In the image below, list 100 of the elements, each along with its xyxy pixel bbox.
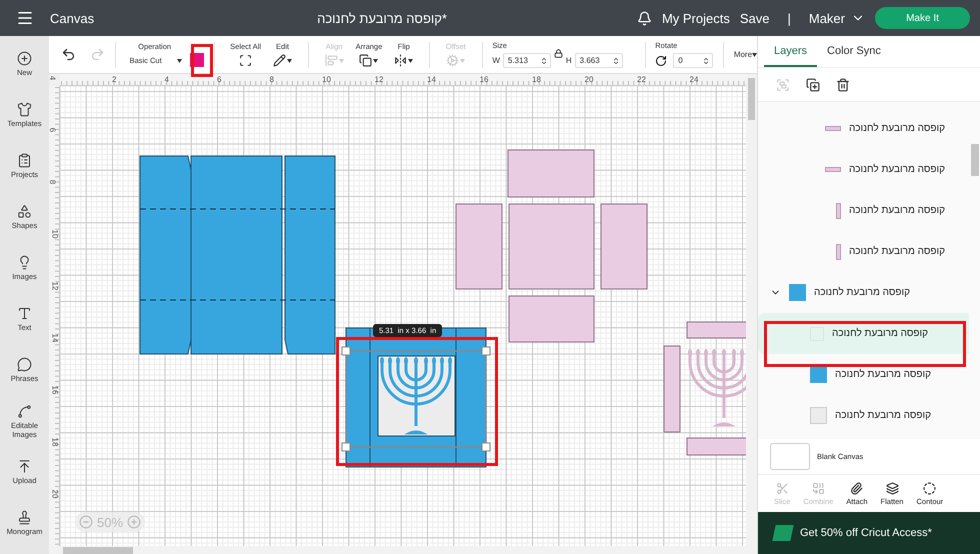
ruler-number: 14: [427, 76, 436, 84]
layer-row[interactable]: קופסה מרובעת לחנוכה: [758, 231, 969, 272]
width-value: 5.313: [508, 56, 528, 65]
height-label: H: [566, 56, 572, 65]
scrollbar[interactable]: [746, 74, 757, 546]
ruler-number: 4: [164, 76, 169, 84]
contour-icon: [923, 482, 936, 494]
panel-tab[interactable]: Color Sync: [817, 36, 891, 67]
layer-row[interactable]: קופסה מרובעת לחנוכה: [758, 354, 969, 395]
duplicate-icon[interactable]: [806, 78, 820, 92]
lock-icon[interactable]: [554, 49, 563, 58]
layer-thumbnail: [836, 244, 841, 260]
arrange-button[interactable]: [359, 54, 378, 67]
ruler-number: 4: [48, 76, 56, 80]
spinner-arrows-icon[interactable]: [702, 56, 710, 64]
scrollbar[interactable]: [49, 546, 757, 554]
layer-row[interactable]: קופסה מרובעת לחנוכה: [758, 108, 969, 149]
scrollbar-thumb[interactable]: [63, 546, 133, 554]
scrollbar-thumb[interactable]: [970, 144, 978, 176]
text-icon: [17, 306, 32, 322]
ruler-number: 20: [50, 490, 58, 498]
ruler-number: 16: [50, 386, 58, 394]
rotate-icon: [655, 54, 668, 66]
nav-link[interactable]: My Projects: [662, 10, 730, 26]
logo-icon: [772, 525, 794, 541]
width-label: W: [492, 56, 500, 65]
height-field[interactable]: 3.663: [574, 53, 623, 68]
flatten-icon: [886, 482, 899, 494]
select-all-button[interactable]: [239, 54, 252, 67]
box-piece: [686, 438, 746, 456]
ruler-number: 18: [50, 438, 58, 446]
promo-text: Get 50% off Cricut Access*: [800, 527, 932, 539]
pencil-icon: [273, 54, 286, 67]
width-field[interactable]: 5.313: [502, 53, 551, 68]
combine-icon: [812, 482, 825, 494]
caret-icon: [460, 58, 466, 62]
scrollbar-thumb[interactable]: [748, 78, 755, 120]
spinner-arrows-icon[interactable]: [540, 56, 548, 64]
rotate-value: 0: [678, 56, 683, 65]
bell-icon[interactable]: [636, 10, 652, 26]
align-icon: [324, 54, 338, 67]
trash-icon[interactable]: [836, 78, 850, 92]
upload-icon: [17, 459, 32, 474]
layer-thumbnail: [810, 366, 827, 383]
arrange-icon: [359, 54, 372, 67]
promo-banner[interactable]: Get 50% off Cricut Access*: [758, 512, 980, 554]
selection-frame[interactable]: [342, 346, 490, 452]
nav-link[interactable]: Save: [740, 10, 770, 26]
ruler-number: 14: [50, 334, 58, 342]
layer-thumbnail: [789, 284, 806, 301]
ruler-number: 12: [374, 76, 384, 84]
layer-thumbnail: [836, 202, 841, 218]
layer-thumbnail: [810, 407, 827, 424]
app-title: Canvas: [50, 10, 94, 26]
shapes-icon: [17, 204, 32, 220]
plus-circle-icon: [17, 51, 32, 66]
box-piece: [686, 322, 746, 338]
document-title: קופסה מרובעת לחנוכה*: [317, 10, 447, 26]
select-all-icon: [239, 54, 252, 67]
clipboard-icon: [17, 153, 32, 168]
ruler-number: 22: [637, 76, 646, 84]
layer-group-row[interactable]: קופסה מרובעת לחנוכה: [758, 272, 969, 313]
flip-button[interactable]: [394, 54, 414, 67]
more-label: More: [734, 50, 752, 59]
ruler-number: 8: [48, 180, 56, 184]
monogram-icon: [17, 510, 32, 526]
ruler-number: 10: [322, 76, 331, 84]
ruler-number: 20: [584, 76, 594, 84]
offset-icon: [446, 54, 460, 67]
ruler-number: 12: [50, 282, 58, 290]
panel-tab[interactable]: Layers: [764, 36, 818, 67]
undo-button[interactable]: [61, 47, 76, 62]
speech-bubble-icon: [17, 357, 32, 372]
more-button[interactable]: More: [734, 50, 758, 59]
highlight-frame: [191, 44, 213, 77]
ruler-number: 6: [217, 76, 222, 84]
layer-row[interactable]: קופסה מרובעת לחנוכה: [758, 149, 969, 190]
layer-thumbnail: [824, 167, 841, 172]
shirt-icon: [17, 102, 32, 118]
rotate-field[interactable]: 0: [673, 53, 714, 68]
pencil-button[interactable]: [273, 54, 292, 67]
ruler-number: 2: [112, 76, 116, 84]
height-value: 3.663: [580, 56, 600, 65]
separator: |: [787, 10, 791, 26]
caret-icon: [287, 58, 292, 62]
ruler-number: 18: [532, 76, 541, 84]
paperclip-icon: [850, 482, 864, 494]
ruler-number: 10: [50, 230, 58, 238]
layer-row[interactable]: קופסה מרובעת לחנוכה: [758, 313, 969, 354]
spinner-arrows-icon[interactable]: [612, 56, 620, 64]
machine-selector[interactable]: Maker: [808, 10, 845, 26]
layer-row[interactable]: קופסה מרובעת לחנוכה: [758, 395, 969, 436]
caret-icon: [408, 58, 414, 62]
caret-icon: [373, 58, 378, 62]
layer-row[interactable]: קופסה מרובעת לחנוכה: [758, 190, 969, 231]
ruler-number: 24: [690, 76, 698, 84]
menu-icon[interactable]: [16, 9, 34, 27]
canvas-thumbnail[interactable]: [770, 443, 810, 470]
caret-icon: [338, 58, 344, 62]
flip-icon: [394, 54, 408, 67]
